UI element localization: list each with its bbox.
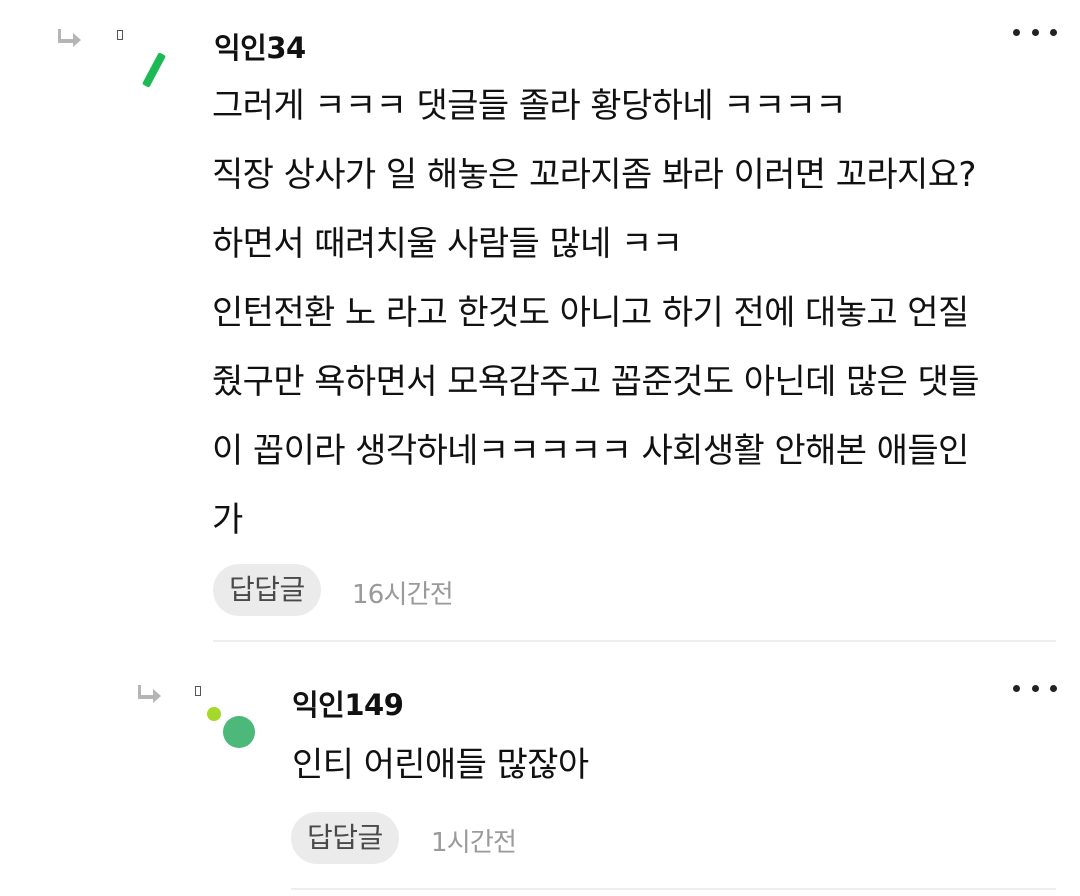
comment-author[interactable]: 익인34 xyxy=(214,25,306,67)
comment-line: 이 꼽이라 생각하네ㅋㅋㅋㅋㅋ 사회생활 안해본 애들인 xyxy=(212,431,969,471)
comment-thread: 익인34 그러게 ㅋㅋㅋ 댓글들 졸라 황당하네 ㅋㅋㅋㅋ 직장 상사가 일 해… xyxy=(0,0,1080,896)
more-dots-icon xyxy=(1013,28,1020,36)
comment-author[interactable]: 익인149 xyxy=(292,682,404,724)
avatar[interactable] xyxy=(204,705,260,751)
small-square-icon xyxy=(117,30,123,40)
comment-line: 인턴전환 노 라고 한것도 아니고 하기 전에 대놓고 언질 xyxy=(212,293,969,333)
avatar[interactable] xyxy=(140,50,172,92)
more-options-button[interactable] xyxy=(1013,25,1057,39)
divider xyxy=(213,640,1056,642)
reply-arrow-icon xyxy=(58,29,81,47)
comment-body: 인티 어린애들 많잖아 xyxy=(292,731,589,800)
more-options-button[interactable] xyxy=(1013,681,1057,695)
comment-time: 1시간전 xyxy=(431,828,517,858)
reply-arrow-icon xyxy=(138,685,161,703)
comment-item: 익인149 인티 어린애들 많잖아 답답글 1시간전 xyxy=(0,645,1080,896)
reply-button[interactable]: 답답글 xyxy=(213,564,321,616)
reply-button[interactable]: 답답글 xyxy=(291,812,399,864)
comment-line: 가 xyxy=(212,500,243,540)
comment-line: 그러게 ㅋㅋㅋ 댓글들 졸라 황당하네 ㅋㅋㅋㅋ xyxy=(212,86,847,126)
more-dots-icon xyxy=(1013,684,1020,692)
comment-line: 직장 상사가 일 해놓은 꼬라지좀 봐라 이러면 꼬라지요? xyxy=(212,155,976,195)
comment-line: 인티 어린애들 많잖아 xyxy=(292,745,589,785)
divider xyxy=(291,888,1056,890)
comment-body: 그러게 ㅋㅋㅋ 댓글들 졸라 황당하네 ㅋㅋㅋㅋ 직장 상사가 일 해놓은 꼬라… xyxy=(212,72,979,555)
comment-line: 줬구만 욕하면서 모욕감주고 꼽준것도 아닌데 많은 댓들 xyxy=(212,362,979,402)
small-square-icon xyxy=(195,686,201,696)
comment-line: 하면서 때려치울 사람들 많네 ㅋㅋ xyxy=(212,224,683,264)
comment-item: 익인34 그러게 ㅋㅋㅋ 댓글들 졸라 황당하네 ㅋㅋㅋㅋ 직장 상사가 일 해… xyxy=(0,0,1080,645)
comment-time: 16시간전 xyxy=(352,580,454,610)
